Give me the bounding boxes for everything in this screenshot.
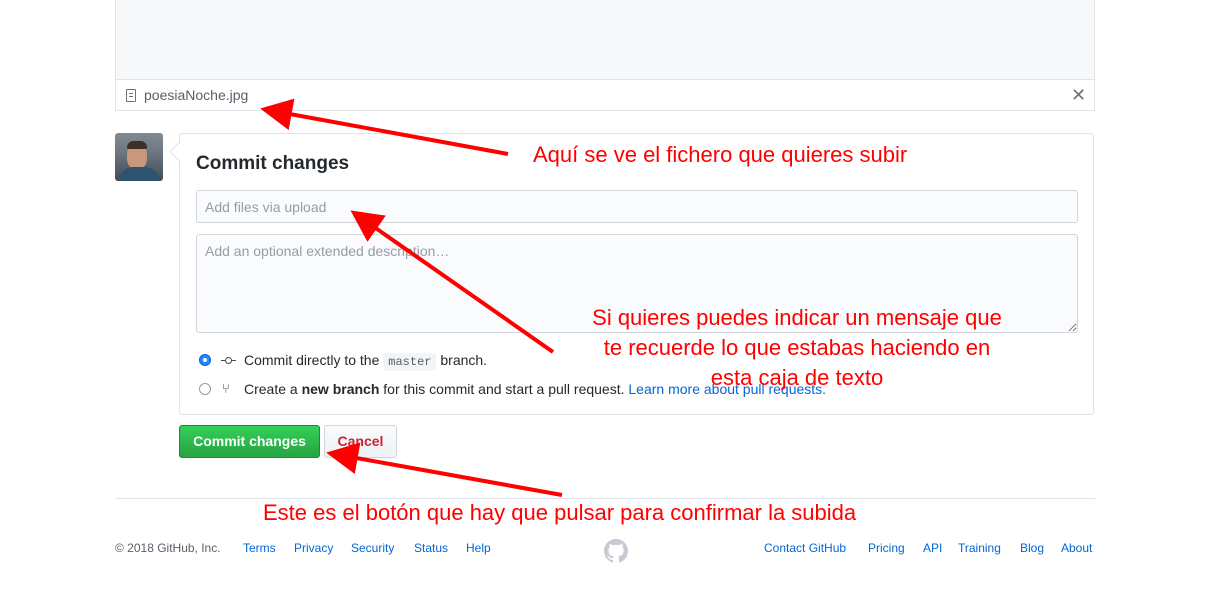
footer-link-pricing[interactable]: Pricing [868,541,905,555]
commit-direct-radio[interactable] [199,354,211,366]
footer-link-contact[interactable]: Contact GitHub [764,541,846,555]
footer-link-privacy[interactable]: Privacy [294,541,333,555]
commit-summary-input[interactable] [196,190,1078,223]
remove-file-icon[interactable]: ✕ [1071,85,1086,106]
git-commit-icon [221,357,236,364]
footer-link-blog[interactable]: Blog [1020,541,1044,555]
arrow-to-button [326,442,563,497]
annotation-message-line-3: esta caja de texto [710,365,884,390]
github-octocat-icon[interactable] [604,539,628,563]
annotation-message-line-2: te recuerde lo que estabas haciendo en [603,335,991,360]
footer-link-status[interactable]: Status [414,541,448,555]
new-branch-prefix: Create a [244,381,298,397]
commit-form-title: Commit changes [196,153,350,174]
annotation-message: Si quieres puedes indicar un mensaje que… [563,303,1031,393]
new-branch-radio[interactable] [199,383,211,395]
pull-request-icon: ⑂ [222,381,230,396]
footer-link-help[interactable]: Help [466,541,491,555]
footer-link-training[interactable]: Training [958,541,1001,555]
upload-drop-zone[interactable] [115,0,1095,79]
branch-name: master [383,353,437,371]
footer-link-about[interactable]: About [1061,541,1092,555]
annotation-button: Este es el botón que hay que pulsar para… [263,500,857,525]
footer-copyright: © 2018 GitHub, Inc. [115,541,221,555]
annotation-file: Aquí se ve el fichero que quieres subir [533,142,908,167]
footer-link-api[interactable]: API [923,541,942,555]
commit-direct-text: Commit directly to the [244,352,380,368]
commit-changes-button[interactable]: Commit changes [179,425,320,458]
uploaded-file-row: poesiaNoche.jpg ✕ [115,79,1095,111]
commit-direct-label[interactable]: Commit directly to the master branch. [244,352,488,371]
commit-direct-suffix: branch. [440,352,488,368]
annotation-message-line-1: Si quieres puedes indicar un mensaje que [592,305,1002,330]
avatar [115,133,163,181]
new-branch-bold: new branch [301,381,380,397]
cancel-button[interactable]: Cancel [324,425,397,458]
file-icon [126,89,136,102]
footer-divider [115,498,1095,499]
uploaded-file-name: poesiaNoche.jpg [144,87,249,103]
footer-link-security[interactable]: Security [351,541,394,555]
footer-link-terms[interactable]: Terms [243,541,276,555]
